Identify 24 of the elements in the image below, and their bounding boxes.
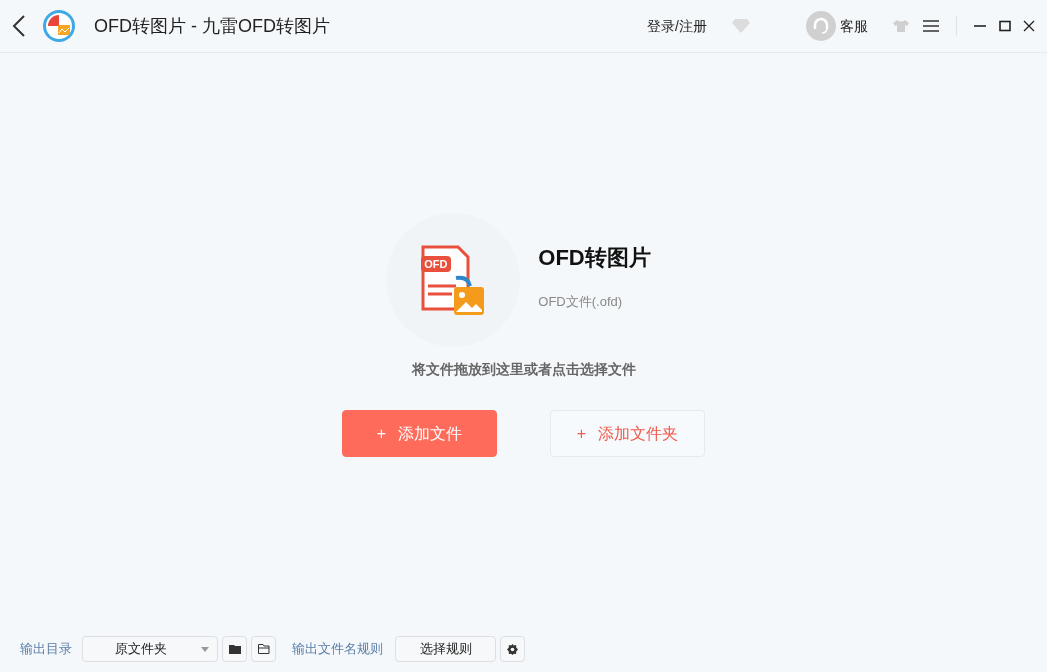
file-type-label: OFD文件(.ofd)	[538, 292, 624, 311]
select-rule-button[interactable]: 选择规则	[395, 636, 496, 662]
settings-button[interactable]	[500, 636, 525, 662]
drop-hint: 将文件拖放到这里或者点击选择文件	[411, 360, 636, 379]
maximize-icon[interactable]	[999, 20, 1011, 32]
back-icon[interactable]	[12, 14, 26, 38]
output-dir-label: 输出目录	[20, 640, 72, 659]
login-link[interactable]: 登录/注册	[647, 15, 707, 37]
ofd-to-image-icon	[420, 244, 487, 316]
output-dir-dropdown[interactable]: 原文件夹	[82, 636, 218, 662]
caret-icon	[201, 646, 209, 652]
window-title: OFD转图片 - 九雷OFD转图片	[94, 14, 330, 38]
folder-icon	[228, 644, 241, 654]
filename-rule-label: 输出文件名规则	[292, 640, 383, 659]
open-folder-button[interactable]	[251, 636, 276, 662]
support-link[interactable]: 客服	[840, 15, 868, 37]
folder-button[interactable]	[222, 636, 247, 662]
ofd-tag: OFD	[421, 256, 451, 272]
settings-icon	[507, 643, 518, 655]
menu-icon[interactable]	[922, 19, 940, 33]
open-folder-icon	[257, 644, 270, 654]
app-logo-icon	[42, 9, 76, 43]
close-icon[interactable]	[1023, 20, 1035, 32]
tool-title: OFD转图片	[538, 243, 651, 272]
